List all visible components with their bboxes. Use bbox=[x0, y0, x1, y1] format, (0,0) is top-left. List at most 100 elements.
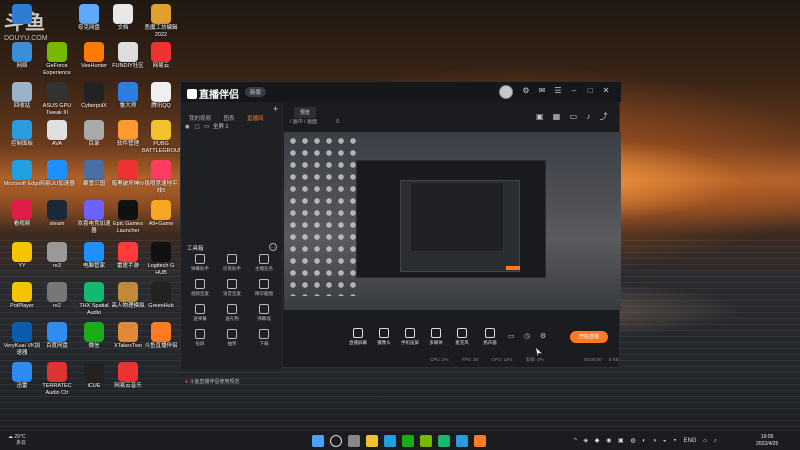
weather-widget[interactable]: ☁ 29°C 多云 bbox=[8, 434, 26, 446]
desktop-icon[interactable]: GeForce Experience bbox=[38, 42, 76, 76]
control-microphone[interactable]: 麦克风 bbox=[448, 328, 476, 346]
language-indicator[interactable]: ENG bbox=[683, 438, 696, 444]
desktop-icon[interactable]: 网络 bbox=[3, 42, 41, 70]
app-titlebar[interactable]: 直播伴侣 新版 ⚙ ✉ ☰ – □ ✕ bbox=[181, 82, 621, 102]
desktop-icon[interactable]: 看视频 bbox=[3, 200, 41, 228]
desktop-icon[interactable]: PotPlayer bbox=[3, 282, 41, 310]
tool-gift[interactable]: 送礼物 bbox=[217, 304, 247, 322]
desktop-icon[interactable]: 斗鱼直播伴侣 bbox=[142, 322, 180, 350]
preview-tab[interactable]: 预览 bbox=[294, 107, 317, 118]
control-camera[interactable]: 摄像头 bbox=[370, 328, 398, 346]
control-monitor[interactable]: 直播屏幕 bbox=[344, 328, 372, 346]
desktop-icon[interactable]: 欢喜电竞加速器 bbox=[75, 200, 113, 234]
control-speaker[interactable]: 扬声器 bbox=[476, 328, 504, 346]
file-explorer-icon[interactable] bbox=[366, 435, 378, 447]
tool-video[interactable]: 视频连麦 bbox=[185, 279, 215, 297]
desktop-icon[interactable]: 控制面板 bbox=[3, 120, 41, 148]
desktop-icon[interactable]: Logitech G HUB bbox=[142, 242, 180, 276]
search-icon[interactable] bbox=[330, 435, 342, 447]
tray-icon-3[interactable]: ◉ bbox=[606, 438, 611, 444]
desktop-icon[interactable]: THX Spatial Audio bbox=[75, 282, 113, 316]
control-media[interactable]: 多媒体 bbox=[422, 328, 450, 346]
desktop-icon[interactable]: 恶魔工坊编辑2022 bbox=[142, 4, 180, 38]
tab-live-room[interactable]: 直播间 bbox=[247, 114, 264, 122]
live-preview[interactable] bbox=[284, 132, 621, 310]
desktop-icon[interactable]: CyberpulX bbox=[75, 82, 113, 110]
desktop-icon[interactable]: re3 bbox=[38, 242, 76, 270]
network-icon[interactable]: ⌂ bbox=[703, 438, 707, 444]
maximize-icon[interactable]: □ bbox=[585, 86, 595, 95]
desktop-icon[interactable]: 极限竞速地平线5 bbox=[142, 160, 180, 194]
tray-icon-4[interactable]: ▣ bbox=[618, 438, 624, 444]
grid-icon[interactable]: ▦ bbox=[553, 112, 561, 121]
geforce-icon[interactable] bbox=[420, 435, 432, 447]
tray-icon-2[interactable]: ◆ bbox=[595, 438, 600, 444]
record-icon[interactable]: ▭ bbox=[508, 332, 515, 340]
tray-icon-1[interactable]: ◈ bbox=[584, 438, 589, 444]
window-icon[interactable]: ▭ bbox=[570, 112, 578, 121]
tray-icon-8[interactable]: ◒ bbox=[663, 438, 667, 444]
notice-bar[interactable]: ● 斗鱼直播伴侣使用规范 bbox=[181, 374, 283, 389]
tool-wall[interactable]: 弹幕墙 bbox=[249, 304, 279, 322]
desktop-icon[interactable]: YY bbox=[3, 242, 41, 270]
desktop-icon[interactable]: 文档 bbox=[104, 4, 142, 32]
edge-icon[interactable] bbox=[384, 435, 396, 447]
desktop-icon[interactable]: iCUE bbox=[75, 362, 113, 390]
desktop-icon[interactable]: AVA bbox=[38, 120, 76, 148]
desktop-icon[interactable]: ASUS GPU Tweak III bbox=[38, 82, 76, 116]
chevron-up-icon[interactable]: ^ bbox=[574, 438, 577, 444]
desktop-icon[interactable]: VeryKuai VK加速器 bbox=[3, 322, 41, 356]
wechat-icon[interactable] bbox=[402, 435, 414, 447]
desktop-icon[interactable]: Alt+Game bbox=[142, 200, 180, 228]
avatar[interactable] bbox=[499, 85, 513, 99]
menu-icon[interactable]: ☰ bbox=[553, 86, 563, 95]
desktop-icon[interactable] bbox=[3, 4, 41, 25]
share-icon[interactable]: ⤴ bbox=[600, 112, 608, 121]
desktop-icon[interactable]: VeeHunter bbox=[75, 42, 113, 70]
desktop-icon[interactable]: 微信 bbox=[75, 322, 113, 350]
tray-icon-6[interactable]: ◐ bbox=[642, 438, 646, 444]
tray-icon-7[interactable]: ◑ bbox=[653, 438, 657, 444]
app-icon[interactable] bbox=[438, 435, 450, 447]
start-icon[interactable] bbox=[312, 435, 324, 447]
tool-user[interactable]: 房管助手 bbox=[217, 254, 247, 272]
task-view-icon[interactable] bbox=[348, 435, 360, 447]
desktop-icon[interactable]: GreenHub bbox=[142, 282, 180, 310]
tool-download[interactable]: 下载 bbox=[249, 329, 279, 347]
tab-my-videos[interactable]: 我的视频 bbox=[189, 114, 211, 122]
desktop-icon[interactable]: 网易云音乐 bbox=[109, 362, 147, 390]
add-icon[interactable]: + bbox=[273, 104, 278, 114]
tray-icon-5[interactable]: ◍ bbox=[630, 438, 635, 444]
desktop-icon[interactable]: TERRATEC Audio Ctr bbox=[38, 362, 76, 396]
tool-chat[interactable]: 弹幕助手 bbox=[185, 254, 215, 272]
system-tray[interactable]: ^ ◈ ◆ ◉ ▣ ◍ ◐ ◑ ◒ ◓ ENG ⌂ ♪ bbox=[574, 437, 721, 444]
desktop-icon[interactable]: Microsoft Edge bbox=[3, 160, 41, 188]
clock[interactable]: 19:05 2022/4/25 bbox=[756, 434, 778, 448]
desktop-icon[interactable]: 夸克网盘 bbox=[70, 4, 108, 32]
layout-icon[interactable]: ▣ bbox=[536, 112, 544, 121]
close-icon[interactable]: ✕ bbox=[601, 86, 611, 95]
desktop-icon[interactable]: 暴雪三国 bbox=[75, 160, 113, 188]
desktop-icon[interactable]: 回收站 bbox=[3, 82, 41, 110]
more-icon[interactable]: … bbox=[269, 243, 277, 251]
desktop-icon[interactable]: 腾讯QQ bbox=[142, 82, 180, 110]
start-live-button[interactable]: 开始直播 bbox=[570, 331, 608, 343]
lock-icon[interactable]: ▢ bbox=[194, 124, 199, 130]
desktop-icon[interactable]: steam bbox=[38, 200, 76, 228]
desktop-icon[interactable]: re2 bbox=[38, 282, 76, 310]
tool-cast[interactable]: 投屏 bbox=[185, 329, 215, 347]
clock-icon[interactable]: ◷ bbox=[524, 332, 530, 340]
desktop-icon[interactable]: 网易云 bbox=[142, 42, 180, 70]
tab-charts[interactable]: 图表 bbox=[223, 114, 234, 122]
tool-send[interactable]: 送弹幕 bbox=[185, 304, 215, 322]
tool-mic[interactable]: 语音连麦 bbox=[217, 279, 247, 297]
tool-screenshot[interactable]: 精华截图 bbox=[249, 279, 279, 297]
settings-icon[interactable]: ⚙ bbox=[521, 86, 531, 95]
eye-icon[interactable]: ◉ bbox=[185, 124, 190, 130]
tool-lottery[interactable]: 抽奖 bbox=[217, 329, 247, 347]
version-badge[interactable]: 新版 bbox=[245, 87, 267, 97]
steam-icon[interactable] bbox=[456, 435, 468, 447]
mail-icon[interactable]: ✉ bbox=[537, 86, 547, 95]
desktop-icon[interactable]: 网易UU加速器 bbox=[38, 160, 76, 188]
desktop-icon[interactable]: PUBG BATTLEGROUNDS bbox=[142, 120, 191, 154]
